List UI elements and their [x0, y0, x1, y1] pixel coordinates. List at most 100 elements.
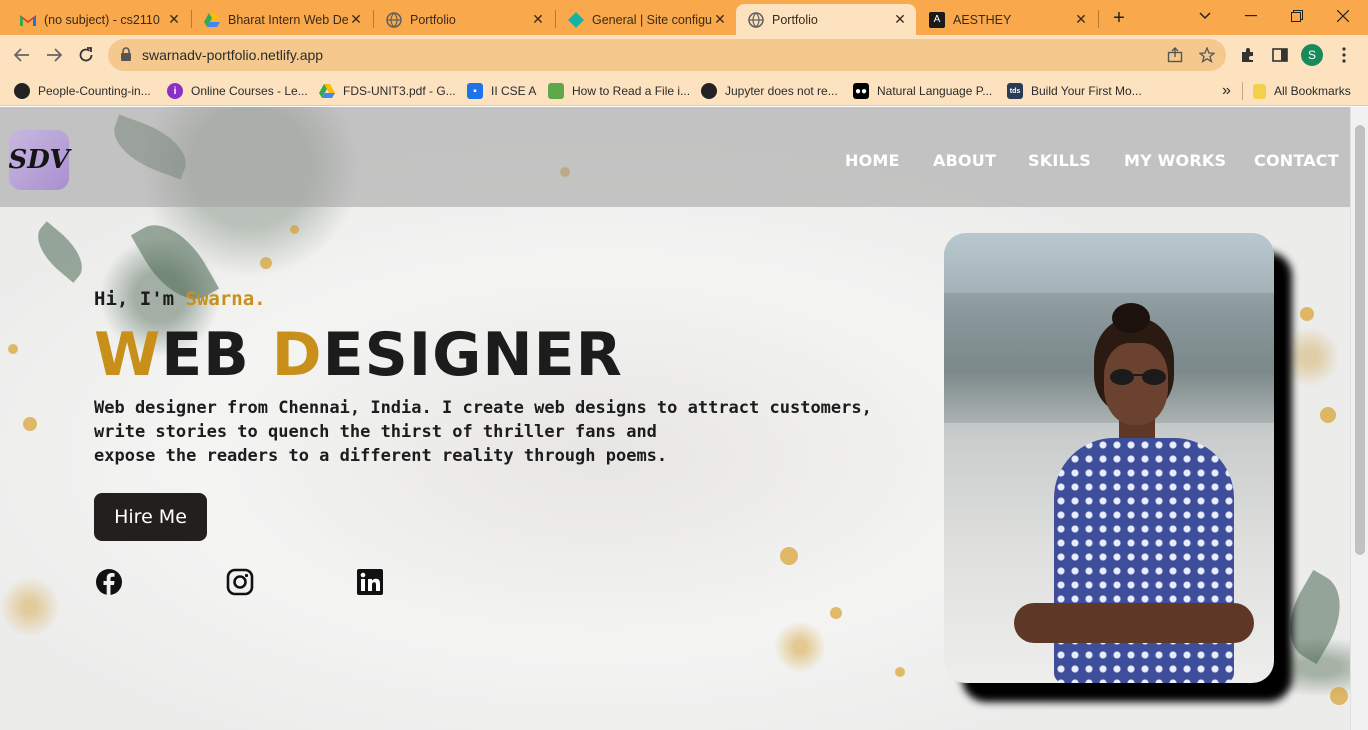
profile-avatar[interactable]: S: [1301, 44, 1323, 66]
udemy-icon: i: [167, 83, 183, 99]
share-icon[interactable]: [1166, 46, 1184, 64]
close-icon[interactable]: ✕: [892, 11, 908, 28]
address-bar[interactable]: swarnadv-portfolio.netlify.app: [108, 39, 1226, 71]
bookmark-label: Jupyter does not re...: [725, 84, 838, 98]
bookmark-item[interactable]: How to Read a File i...: [548, 81, 690, 101]
bookmark-label: FDS-UNIT3.pdf - G...: [343, 84, 456, 98]
medium-icon: ●●: [853, 83, 869, 99]
browser-toolbar: swarnadv-portfolio.netlify.app S: [0, 35, 1368, 75]
bookmark-label: Build Your First Mo...: [1031, 84, 1142, 98]
tab-portfolio-active[interactable]: Portfolio ✕: [736, 4, 916, 35]
forward-button[interactable]: [40, 41, 68, 69]
tab-title: (no subject) - cs2110: [44, 12, 160, 27]
gold-splash: [23, 417, 37, 431]
close-icon[interactable]: ✕: [166, 11, 182, 28]
gold-splash: [260, 257, 272, 269]
linkedin-icon[interactable]: [356, 568, 384, 596]
side-panel-icon[interactable]: [1268, 43, 1292, 67]
tab-title: Portfolio: [772, 12, 818, 27]
close-icon[interactable]: ✕: [348, 11, 364, 28]
leaf-icon: [548, 83, 564, 99]
tab-title: AESTHEY: [953, 12, 1012, 27]
nav-home[interactable]: HOME: [845, 151, 900, 170]
globe-icon: [748, 11, 764, 28]
tab-bharat-intern[interactable]: Bharat Intern Web De ✕: [192, 4, 372, 35]
bookmarks-bar: People-Counting-in... i Online Courses -…: [0, 75, 1368, 106]
close-window-button[interactable]: [1320, 0, 1366, 32]
leaf-decoration: [27, 221, 93, 283]
tab-strip: (no subject) - cs2110 ✕ Bharat Intern We…: [0, 0, 1368, 35]
photo-shirt: [1054, 438, 1234, 683]
new-tab-button[interactable]: +: [1096, 2, 1142, 34]
aesthey-icon: A: [929, 11, 945, 28]
gold-splash: [780, 547, 798, 565]
gold-splash: [830, 607, 842, 619]
google-drive-icon: [319, 83, 335, 99]
bookmark-item[interactable]: ●● Natural Language P...: [853, 81, 992, 101]
photo-arms: [1014, 603, 1254, 643]
bookmark-separator: [1242, 82, 1243, 100]
bookmark-item[interactable]: People-Counting-in...: [14, 81, 151, 101]
title-letter-d: D: [271, 320, 323, 390]
gmail-icon: [20, 12, 36, 28]
nav-my-works[interactable]: MY WORKS: [1124, 151, 1226, 170]
bookmark-item[interactable]: FDS-UNIT3.pdf - G...: [319, 81, 456, 101]
more-bookmarks-button[interactable]: »: [1222, 81, 1231, 101]
bookmark-star-icon[interactable]: [1198, 46, 1216, 64]
instagram-icon[interactable]: [226, 568, 254, 596]
tab-gmail[interactable]: (no subject) - cs2110 ✕: [8, 4, 190, 35]
github-icon: [14, 83, 30, 99]
reload-button[interactable]: [72, 41, 100, 69]
bookmark-label: Online Courses - Le...: [191, 84, 308, 98]
menu-icon[interactable]: [1332, 43, 1356, 67]
tab-netlify[interactable]: General | Site configu ✕: [556, 4, 736, 35]
hire-me-button[interactable]: Hire Me: [94, 493, 207, 541]
sunglasses: [1110, 369, 1166, 385]
close-icon[interactable]: ✕: [1073, 11, 1089, 28]
site-logo[interactable]: SDV: [8, 130, 70, 190]
photo-hair-bun: [1112, 303, 1150, 333]
hero-title: WEB DESIGNER: [94, 319, 623, 391]
tab-portfolio-1[interactable]: Portfolio ✕: [374, 4, 554, 35]
google-drive-icon: [204, 12, 220, 28]
bookmark-label: Natural Language P...: [877, 84, 993, 98]
page-scrollbar[interactable]: [1350, 107, 1368, 730]
title-part-eb: EB: [161, 320, 272, 390]
close-icon[interactable]: ✕: [530, 11, 546, 28]
extensions-icon[interactable]: [1236, 43, 1260, 67]
hero-name: Swarna.: [185, 288, 266, 310]
tab-search-icon[interactable]: [1182, 0, 1228, 32]
url-text[interactable]: swarnadv-portfolio.netlify.app: [142, 47, 323, 63]
hero-description: Web designer from Chennai, India. I crea…: [94, 396, 894, 468]
tab-aesthey[interactable]: A AESTHEY ✕: [917, 4, 1097, 35]
classroom-icon: ▪: [467, 83, 483, 99]
all-bookmarks-button[interactable]: All Bookmarks: [1253, 81, 1351, 101]
all-bookmarks-label: All Bookmarks: [1274, 84, 1351, 98]
nav-skills[interactable]: SKILLS: [1028, 151, 1091, 170]
gold-splash: [895, 667, 905, 677]
description-line: Web designer from Chennai, India. I crea…: [94, 398, 872, 418]
portfolio-page: SDV HOME ABOUT SKILLS MY WORKS CONTACT H…: [0, 107, 1350, 730]
nav-contact[interactable]: CONTACT: [1254, 151, 1339, 170]
close-icon[interactable]: ✕: [712, 11, 728, 28]
description-line: write stories to quench the thirst of th…: [94, 422, 657, 442]
bookmark-label: II CSE A: [491, 84, 537, 98]
restore-button[interactable]: [1274, 0, 1320, 32]
bookmark-item[interactable]: Jupyter does not re...: [701, 81, 838, 101]
gold-splash: [1320, 407, 1336, 423]
lock-icon: [120, 47, 134, 63]
description-line: expose the readers to a different realit…: [94, 446, 668, 466]
nav-about[interactable]: ABOUT: [933, 151, 996, 170]
bookmark-label: How to Read a File i...: [572, 84, 691, 98]
scrollbar-thumb[interactable]: [1355, 125, 1365, 555]
back-button[interactable]: [8, 41, 36, 69]
bookmark-item[interactable]: tds Build Your First Mo...: [1007, 81, 1142, 101]
facebook-icon[interactable]: [95, 568, 123, 596]
title-part-esigner: ESIGNER: [322, 320, 623, 390]
bookmark-item[interactable]: ▪ II CSE A: [467, 81, 536, 101]
minimize-button[interactable]: [1228, 0, 1274, 32]
bookmark-item[interactable]: i Online Courses - Le...: [167, 81, 308, 101]
profile-photo: [944, 233, 1274, 683]
title-letter-w: W: [94, 320, 162, 390]
tab-title: Portfolio: [410, 12, 456, 27]
